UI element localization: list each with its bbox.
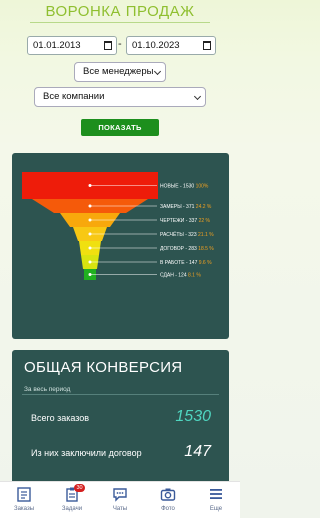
contracts-value: 147	[184, 443, 211, 460]
nav-tasks[interactable]: 30 Задачи	[48, 482, 96, 518]
nav-photo[interactable]: Фото	[144, 482, 192, 518]
total-orders-value: 1530	[175, 408, 211, 425]
funnel-chart: НОВЫЕ - 1530 100% ЗАМЕРЫ - 371 24.2 % ЧЕРТ…	[22, 172, 214, 280]
nav-more-label: Еще	[209, 506, 223, 512]
date-to-value: 01.10.2023	[132, 40, 180, 51]
funnel-stage-label: ЧЕРТЕЖИ - 337 22 %	[160, 218, 211, 224]
managers-select[interactable]: Все менеджеры	[74, 62, 166, 82]
nav-chats[interactable]: Чаты	[96, 482, 144, 518]
nav-photo-label: Фото	[161, 506, 175, 512]
conversion-period: За весь период	[24, 386, 71, 393]
date-separator: -	[118, 38, 122, 50]
conversion-panel: ОБЩАЯ КОНВЕРСИЯ За весь период Всего зак…	[12, 350, 229, 485]
chat-icon	[113, 488, 127, 502]
chevron-down-icon	[193, 92, 202, 101]
funnel-stage-label: ДОГОВОР - 283 18.5 %	[160, 246, 214, 252]
managers-select-value: Все менеджеры	[83, 66, 154, 77]
companies-select[interactable]: Все компании	[34, 87, 206, 107]
total-orders-label: Всего заказов	[31, 413, 90, 423]
funnel-panel: НОВЫЕ - 1530 100% ЗАМЕРЫ - 371 24.2 % ЧЕРТ…	[12, 153, 229, 339]
calendar-icon[interactable]	[104, 41, 112, 50]
nav-orders[interactable]: Заказы	[0, 482, 48, 518]
calendar-icon[interactable]	[203, 41, 211, 50]
conversion-title: ОБЩАЯ КОНВЕРСИЯ	[24, 359, 183, 376]
funnel-stage-label: СДАН - 124 8.1 %	[160, 272, 201, 278]
chevron-down-icon	[153, 67, 162, 76]
nav-chats-label: Чаты	[112, 506, 128, 512]
funnel-stage-label: НОВЫЕ - 1530 100%	[160, 183, 209, 189]
funnel-stage-label: РАСЧЁТЫ - 323 21.1 %	[160, 231, 214, 238]
nav-more[interactable]: Еще	[192, 482, 240, 518]
funnel-stage-label: В РАБОТЕ - 147 9.6 %	[160, 260, 212, 266]
camera-icon	[160, 488, 176, 501]
nav-orders-label: Заказы	[13, 506, 35, 512]
title-divider	[30, 22, 210, 23]
funnel-stage-label: ЗАМЕРЫ - 371 24.2 %	[160, 204, 212, 210]
nav-tasks-label: Задачи	[61, 506, 83, 512]
companies-select-value: Все компании	[43, 91, 105, 102]
orders-icon	[17, 487, 31, 502]
contracts-label: Из них заключили договор	[31, 448, 142, 458]
date-from-input[interactable]: 01.01.2013	[27, 36, 117, 55]
conversion-divider	[22, 394, 219, 395]
menu-icon	[210, 489, 222, 499]
date-to-input[interactable]: 01.10.2023	[126, 36, 216, 55]
bottom-nav: Заказы 30 Задачи Чаты Фото Еще	[0, 481, 240, 518]
show-button[interactable]: ПОКАЗАТЬ	[81, 119, 159, 136]
page-title: ВОРОНКА ПРОДАЖ	[45, 3, 195, 20]
tasks-badge: 30	[74, 484, 85, 492]
date-from-value: 01.01.2013	[33, 40, 81, 51]
